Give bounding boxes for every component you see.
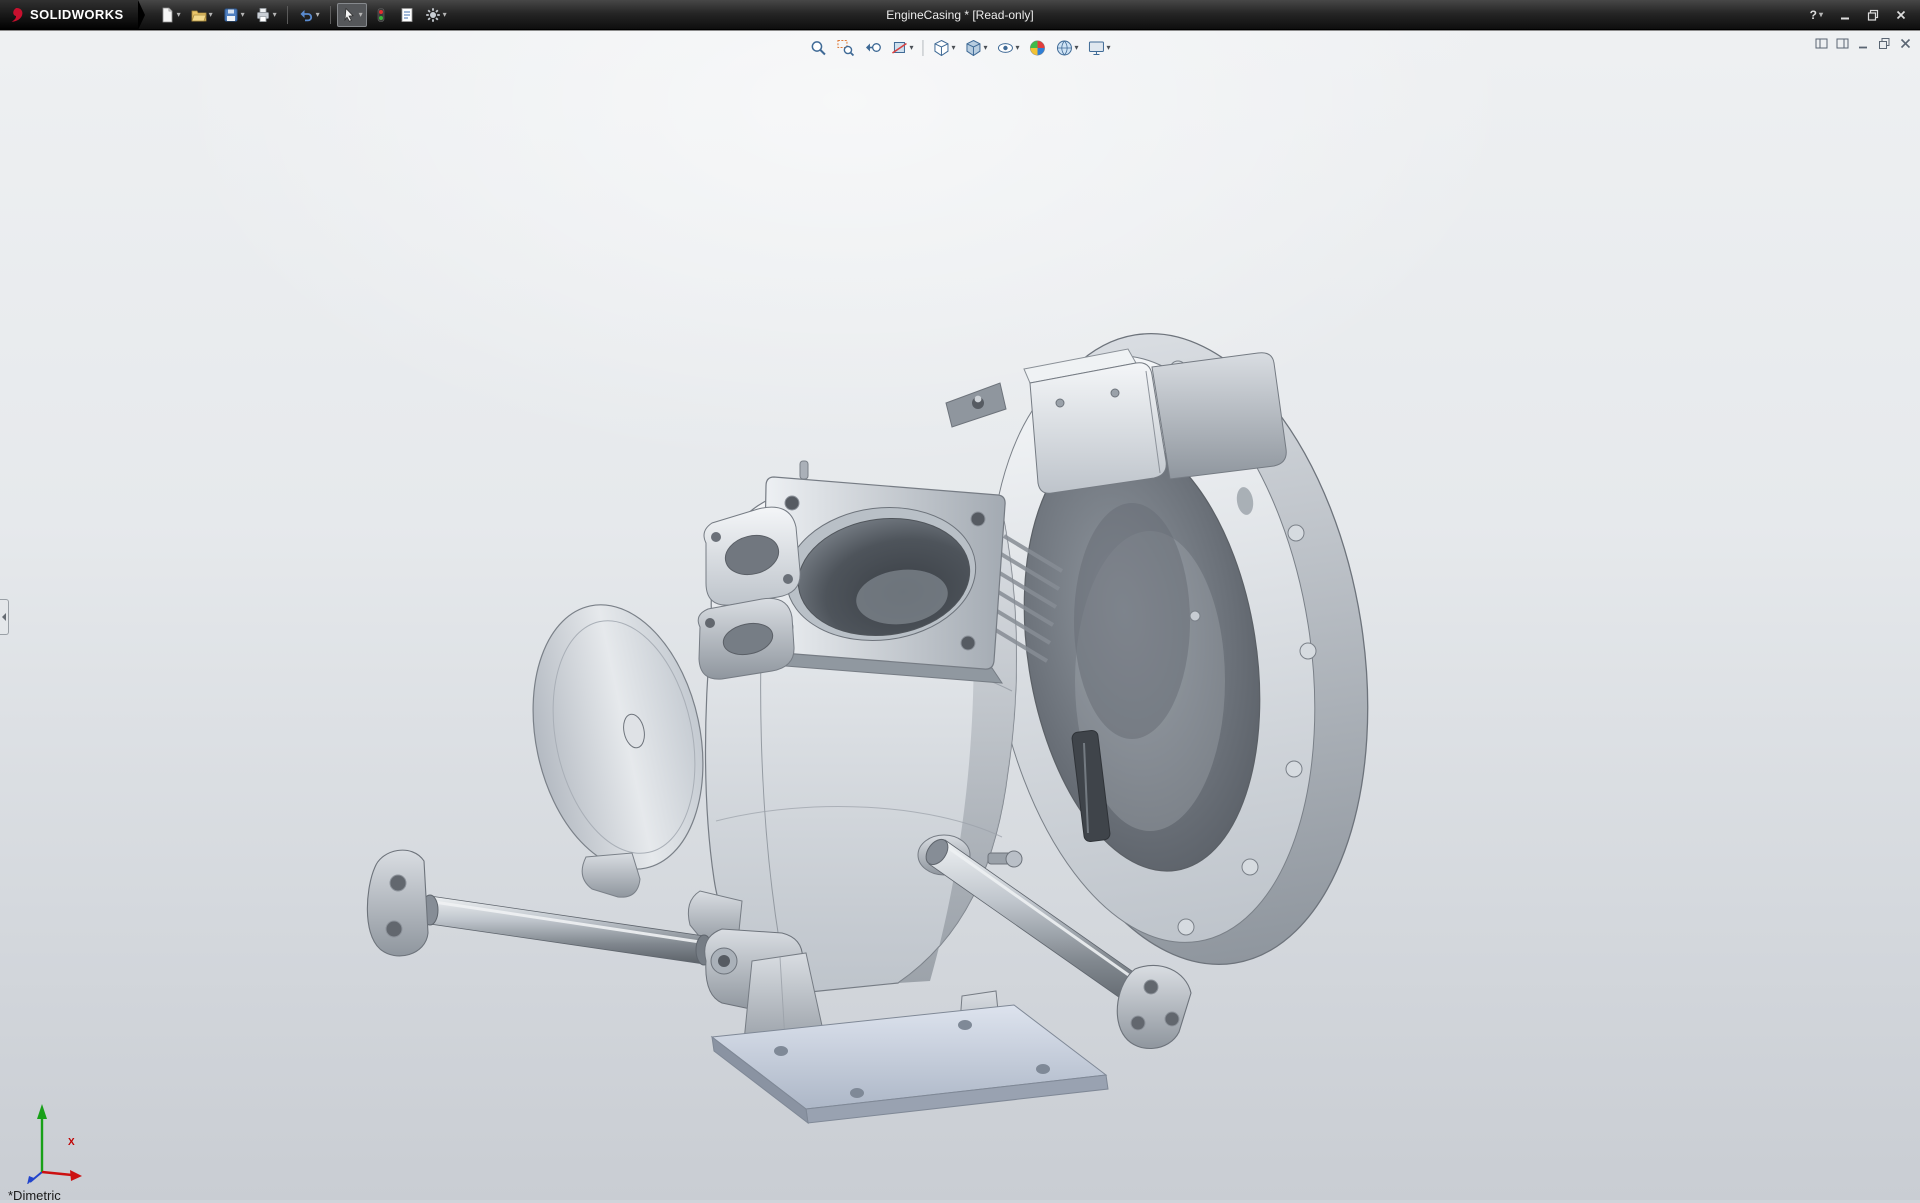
save-button[interactable]: ▾	[219, 3, 249, 27]
new-document-button[interactable]: ▾	[155, 3, 185, 27]
document-window-controls	[1815, 37, 1912, 50]
new-document-icon	[159, 7, 175, 23]
brand-text: SOLIDWORKS	[30, 7, 124, 22]
side-cover	[510, 589, 726, 897]
triad-x-label: X	[68, 1137, 75, 1148]
view-settings-monitor-icon	[1088, 39, 1106, 57]
titlebar-toolbar: ▾ ▾ ▾ ▾ ▾	[155, 3, 451, 27]
view-orientation-button[interactable]: ▾	[929, 37, 958, 59]
close-document-button[interactable]	[1899, 37, 1912, 50]
file-properties-icon	[399, 7, 415, 23]
section-view-button[interactable]: ▾	[887, 37, 916, 59]
select-tool-button[interactable]: ▾	[337, 3, 367, 27]
dropdown-caret[interactable]: ▾	[983, 44, 987, 52]
file-properties-button[interactable]	[395, 3, 419, 27]
feature-manager-pane-button[interactable]	[1815, 37, 1828, 50]
previous-view-button[interactable]	[860, 37, 884, 59]
dropdown-caret[interactable]: ▾	[1819, 11, 1823, 19]
minimize-document-button[interactable]	[1857, 37, 1870, 50]
apply-scene-button[interactable]: ▾	[1053, 37, 1082, 59]
titlebar: SOLIDWORKS ▾ ▾ ▾	[0, 0, 1920, 30]
zoom-to-fit-icon	[809, 39, 827, 57]
dropdown-caret[interactable]: ▾	[1107, 44, 1111, 52]
brand-separator	[138, 0, 145, 30]
undo-button[interactable]: ▾	[294, 3, 324, 27]
dassault-logo-icon	[8, 7, 24, 23]
restore-document-icon	[1878, 37, 1891, 50]
hud-separator	[922, 40, 923, 56]
dropdown-caret[interactable]: ▾	[1075, 44, 1079, 52]
headsup-view-toolbar: ▾ ▾ ▾ ▾	[800, 36, 1119, 60]
minimize-button[interactable]	[1836, 5, 1854, 25]
dropdown-caret[interactable]: ▾	[209, 11, 213, 19]
dropdown-caret[interactable]: ▾	[177, 11, 181, 19]
zoom-to-area-button[interactable]	[833, 37, 857, 59]
dropdown-caret[interactable]: ▾	[909, 44, 913, 52]
print-button[interactable]: ▾	[251, 3, 281, 27]
app-brand: SOLIDWORKS	[0, 0, 138, 30]
zoom-to-area-icon	[836, 39, 854, 57]
toolbar-separator	[287, 6, 288, 24]
minimize-icon	[1839, 9, 1851, 21]
restore-document-button[interactable]	[1878, 37, 1891, 50]
dropdown-caret[interactable]: ▾	[241, 11, 245, 19]
undo-icon	[298, 7, 314, 23]
open-button[interactable]: ▾	[187, 3, 217, 27]
options-gear-icon	[425, 7, 441, 23]
options-button[interactable]: ▾	[421, 3, 451, 27]
panel-flyout-tab[interactable]	[0, 599, 9, 635]
model-canvas[interactable]	[0, 31, 1920, 1201]
dropdown-caret[interactable]: ▾	[273, 11, 277, 19]
graphics-viewport[interactable]: ▾ ▾ ▾ ▾	[0, 30, 1920, 1200]
hide-show-eye-icon	[997, 39, 1015, 57]
display-pane-button[interactable]	[1836, 37, 1849, 50]
toolbar-separator	[330, 6, 331, 24]
dropdown-caret[interactable]: ▾	[359, 11, 363, 19]
orientation-triad	[12, 1092, 104, 1184]
close-button[interactable]	[1892, 5, 1910, 25]
view-settings-button[interactable]: ▾	[1085, 37, 1114, 59]
select-cursor-icon	[341, 7, 357, 23]
help-label: ?	[1810, 8, 1817, 22]
dropdown-caret[interactable]: ▾	[951, 44, 955, 52]
view-orientation-label: *Dimetric	[8, 1188, 61, 1203]
view-orientation-cube-icon	[932, 39, 950, 57]
help-button[interactable]: ? ▾	[1807, 5, 1826, 25]
left-mount-tube	[367, 850, 712, 965]
hide-show-items-button[interactable]: ▾	[994, 37, 1023, 59]
print-icon	[255, 7, 271, 23]
display-style-button[interactable]: ▾	[961, 37, 990, 59]
engine-casing-model[interactable]	[367, 307, 1410, 1123]
window-title: EngineCasing * [Read-only]	[886, 8, 1033, 22]
flyout-arrow-icon	[1, 613, 7, 621]
rebuild-button[interactable]	[369, 3, 393, 27]
restore-icon	[1867, 9, 1879, 21]
minimize-document-icon	[1857, 37, 1870, 50]
gasket-plates	[698, 507, 800, 679]
display-style-cube-icon	[964, 39, 982, 57]
edit-appearance-button[interactable]	[1026, 37, 1050, 59]
apply-scene-globe-icon	[1056, 39, 1074, 57]
zoom-to-fit-button[interactable]	[806, 37, 830, 59]
dropdown-caret[interactable]: ▾	[1016, 44, 1020, 52]
display-pane-icon	[1836, 37, 1849, 50]
dropdown-caret[interactable]: ▾	[443, 11, 447, 19]
feature-manager-pane-icon	[1815, 37, 1828, 50]
edit-appearance-ball-icon	[1029, 39, 1047, 57]
previous-view-icon	[863, 39, 881, 57]
section-view-icon	[890, 39, 908, 57]
dropdown-caret[interactable]: ▾	[316, 11, 320, 19]
rebuild-traffic-icon	[373, 7, 389, 23]
open-folder-icon	[191, 7, 207, 23]
close-icon	[1895, 9, 1907, 21]
save-icon	[223, 7, 239, 23]
close-document-icon	[1899, 37, 1912, 50]
restore-button[interactable]	[1864, 5, 1882, 25]
window-controls: ? ▾	[1807, 5, 1920, 25]
